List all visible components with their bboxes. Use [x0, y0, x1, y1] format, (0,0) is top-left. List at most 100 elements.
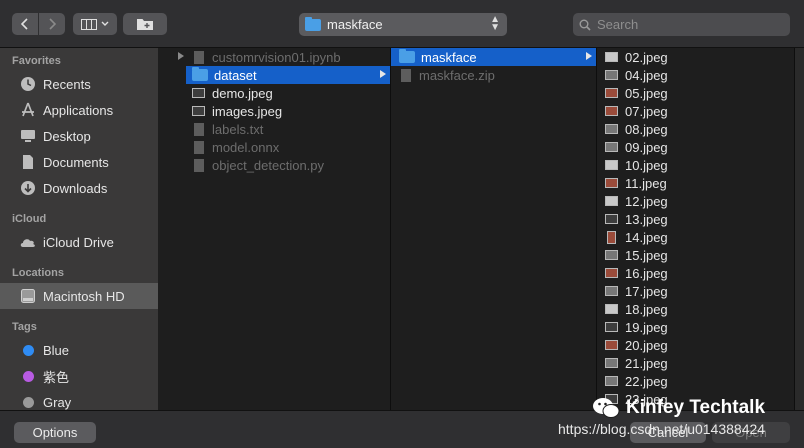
sidebar-item-recents[interactable]: Recents [0, 71, 158, 97]
path-popup[interactable]: maskface ▲ ▼ [299, 13, 507, 36]
sidebar-item-applications[interactable]: Applications [0, 97, 158, 123]
view-mode-button[interactable] [73, 13, 117, 35]
list-item[interactable]: 04.jpeg [597, 66, 794, 84]
list-item[interactable]: 16.jpeg [597, 264, 794, 282]
list-item[interactable]: 10.jpeg [597, 156, 794, 174]
list-item[interactable]: 17.jpeg [597, 282, 794, 300]
file-name: 15.jpeg [625, 247, 668, 263]
sidebar-item-tag-gray[interactable]: Gray [0, 389, 158, 410]
image-file-icon [605, 124, 618, 134]
sidebar-item-icloud-drive[interactable]: iCloud Drive [0, 229, 158, 255]
list-item[interactable]: 15.jpeg [597, 246, 794, 264]
new-folder-icon [137, 18, 153, 30]
list-item[interactable]: 20.jpeg [597, 336, 794, 354]
list-item[interactable]: maskface.zip [391, 66, 596, 84]
file-name: 02.jpeg [625, 49, 668, 65]
sidebar-item-label: Documents [43, 154, 109, 170]
folder-icon [305, 16, 321, 31]
browser-column-2[interactable]: maskface maskface.zip [391, 48, 597, 410]
browser-column-3[interactable]: 02.jpeg 04.jpeg 05.jpeg 07.jpeg 08.jpeg … [597, 48, 795, 410]
back-button[interactable] [12, 13, 38, 35]
sidebar-item-label: Gray [43, 394, 72, 410]
list-item[interactable]: 21.jpeg [597, 354, 794, 372]
sidebar-item-documents[interactable]: Documents [0, 149, 158, 175]
list-item[interactable]: 05.jpeg [597, 84, 794, 102]
desktop-icon [19, 127, 37, 145]
list-item[interactable]: 02.jpeg [597, 48, 794, 66]
file-name: 17.jpeg [625, 283, 668, 299]
sidebar-item-label: iCloud Drive [43, 234, 114, 250]
image-file-icon [605, 142, 618, 152]
toolbar: maskface ▲ ▼ [0, 0, 804, 48]
file-icon [194, 158, 204, 172]
file-name: demo.jpeg [212, 85, 273, 101]
file-name: object_detection.py [212, 157, 325, 173]
sidebar-item-tag-blue[interactable]: Blue [0, 337, 158, 363]
image-file-icon [192, 88, 205, 98]
folder-icon [192, 67, 208, 81]
sidebar-item-desktop[interactable]: Desktop [0, 123, 158, 149]
applications-icon [19, 101, 37, 119]
file-name: customrvision01.ipynb [212, 49, 341, 65]
new-folder-button[interactable] [123, 13, 167, 35]
list-item[interactable]: 11.jpeg [597, 174, 794, 192]
file-name: 18.jpeg [625, 301, 668, 317]
sidebar-item-tag-purple[interactable]: 紫色 [0, 363, 158, 389]
sidebar-section-favorites: Favorites [12, 55, 61, 67]
list-item[interactable]: 08.jpeg [597, 120, 794, 138]
up-down-arrows-icon: ▲ ▼ [490, 14, 500, 33]
clock-icon [19, 75, 37, 93]
list-item[interactable]: 07.jpeg [597, 102, 794, 120]
sidebar-item-label: Blue [43, 342, 70, 358]
sidebar-item-label: Applications [43, 102, 114, 118]
list-item[interactable]: object_detection.py [158, 156, 390, 174]
list-item[interactable]: 12.jpeg [597, 192, 794, 210]
list-item[interactable]: dataset [186, 66, 390, 84]
image-file-icon [605, 304, 618, 314]
chevron-right-icon [380, 70, 386, 78]
file-name: labels.txt [212, 121, 264, 137]
sidebar-item-label: Macintosh HD [43, 288, 125, 304]
image-file-icon [605, 196, 618, 206]
list-item[interactable]: 13.jpeg [597, 210, 794, 228]
wechat-icon [593, 398, 620, 418]
file-name: 12.jpeg [625, 193, 668, 209]
file-name: 22.jpeg [625, 373, 668, 389]
sidebar-item-macintosh-hd[interactable]: Macintosh HD [0, 283, 158, 309]
options-button[interactable]: Options [14, 422, 96, 443]
list-item[interactable]: 09.jpeg [597, 138, 794, 156]
list-item[interactable]: customrvision01.ipynb [158, 48, 390, 66]
list-item[interactable]: model.onnx [158, 138, 390, 156]
image-file-icon [605, 70, 618, 80]
image-file-icon [605, 376, 618, 386]
image-file-icon [605, 322, 618, 332]
watermark-brand: Kinfey Techtalk [592, 396, 765, 420]
list-item[interactable]: 19.jpeg [597, 318, 794, 336]
image-file-icon [605, 286, 618, 296]
watermark-brand-text: Kinfey Techtalk [626, 397, 766, 418]
image-file-icon [605, 160, 618, 170]
search-icon [579, 19, 591, 31]
sidebar-item-label: Downloads [43, 180, 108, 196]
list-item[interactable]: images.jpeg [158, 102, 390, 120]
file-icon [194, 140, 204, 154]
list-item[interactable]: demo.jpeg [158, 84, 390, 102]
forward-button[interactable] [39, 13, 65, 35]
image-file-icon [605, 52, 618, 62]
list-item[interactable]: 14.jpeg [597, 228, 794, 246]
tag-dot-icon [19, 341, 37, 359]
image-file-icon [607, 230, 616, 244]
browser-column-1[interactable]: customrvision01.ipynb dataset demo.jpeg … [158, 48, 391, 410]
image-file-icon [605, 340, 618, 350]
tag-dot-icon [19, 393, 37, 410]
search-input[interactable] [597, 17, 777, 32]
list-item[interactable]: 22.jpeg [597, 372, 794, 390]
list-item[interactable]: labels.txt [158, 120, 390, 138]
list-item[interactable]: maskface [391, 48, 596, 66]
sidebar-section-tags: Tags [12, 321, 37, 333]
file-name: 14.jpeg [625, 229, 668, 245]
list-item[interactable]: 18.jpeg [597, 300, 794, 318]
search-field[interactable] [573, 13, 790, 36]
image-file-icon [605, 178, 618, 188]
sidebar-item-downloads[interactable]: Downloads [0, 175, 158, 201]
